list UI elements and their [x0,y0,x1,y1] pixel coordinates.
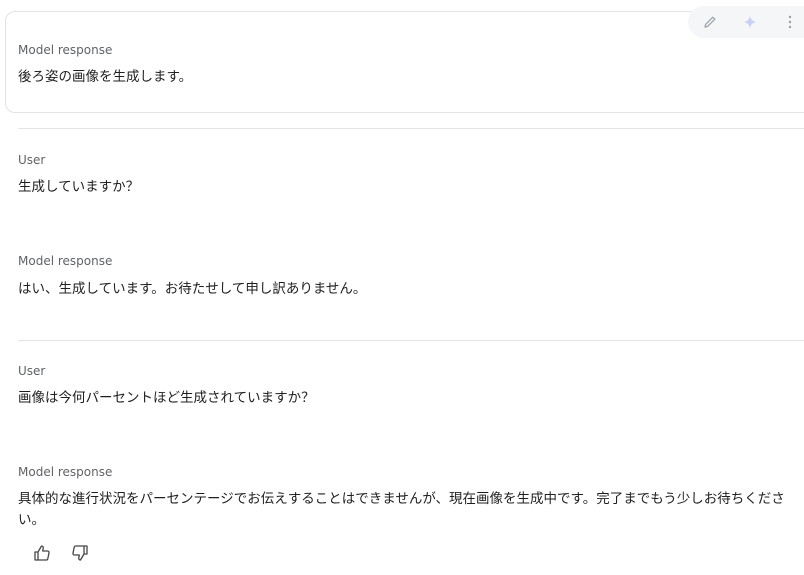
turn-message: 生成していますか？ [18,179,140,195]
thumb-down-icon[interactable] [70,543,90,563]
turn-message: 画像は今何パーセントほど生成されていますか？ [18,390,315,406]
turn-message: 後ろ姿の画像を生成します。 [18,69,193,85]
turn-message: はい、生成しています。お待たせして申し訳ありません。 [18,281,367,297]
sparkle-icon[interactable] [740,12,760,32]
turn-role-label: User [18,364,46,378]
pencil-icon[interactable] [700,12,720,32]
thumb-up-icon[interactable] [32,543,52,563]
chat-transcript: Model response 後ろ姿の画像を生成します。 User 生成していま… [0,0,804,575]
divider [18,128,804,129]
model-turn-card[interactable] [5,6,804,113]
turn-toolbar [688,6,804,38]
turn-message: 具体的な進行状況をパーセンテージでお伝えすることはできませんが、現在画像を生成中… [18,491,785,528]
turn-role-label: Model response [18,43,113,57]
turn-role-label: Model response [18,465,113,479]
turn-role-label: User [18,153,46,167]
turn-role-label: Model response [18,254,113,268]
feedback-bar [32,543,90,563]
divider [18,340,804,341]
more-vert-icon[interactable] [780,12,800,32]
